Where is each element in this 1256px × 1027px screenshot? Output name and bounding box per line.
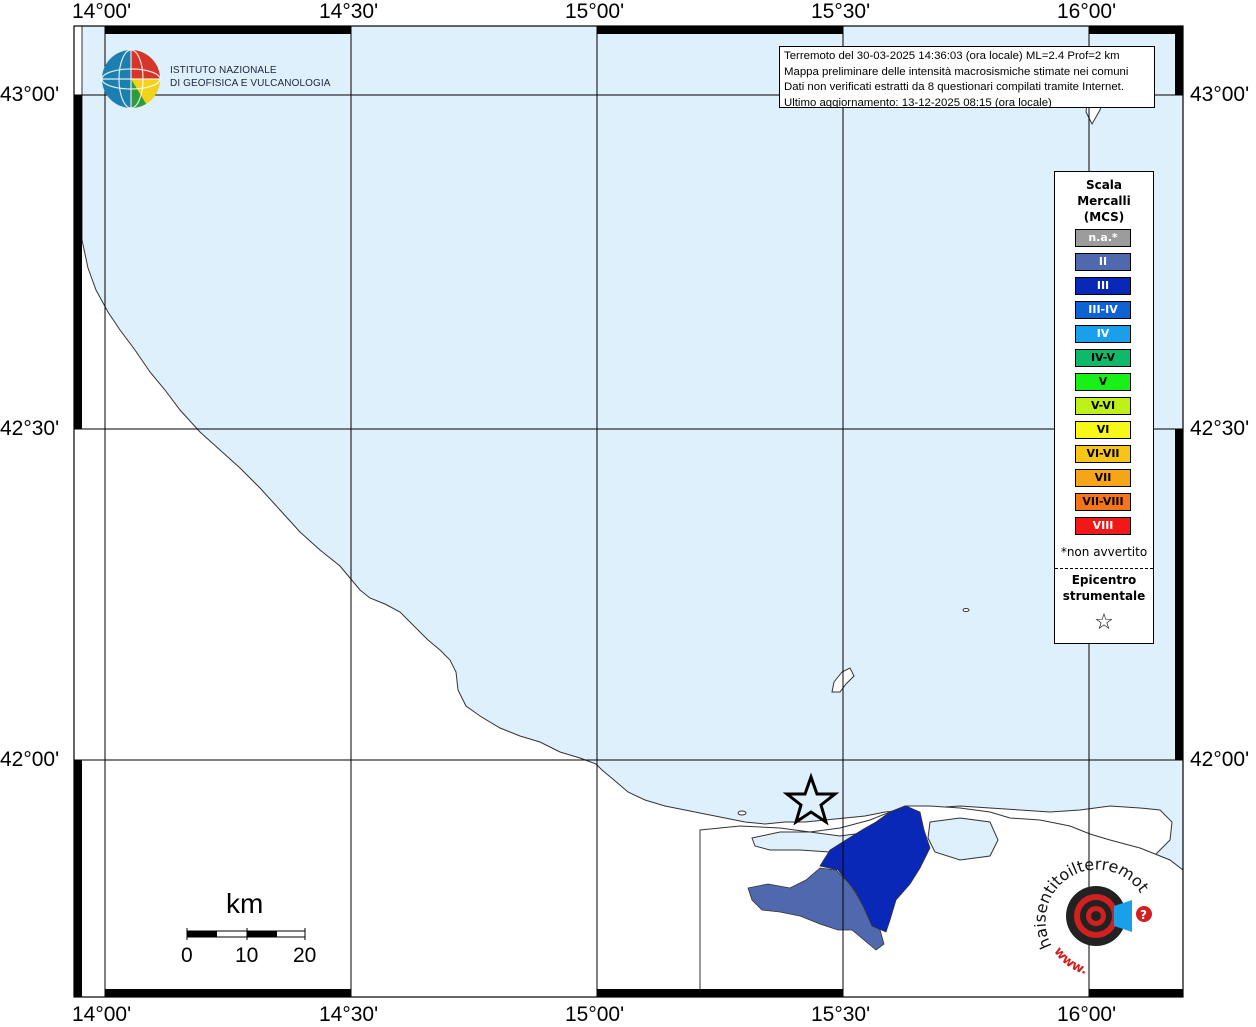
lon-label-top-1600: 16°00' <box>1057 0 1117 23</box>
lat-label-right-4200: 42°00' <box>1190 748 1250 771</box>
lon-label-top-1530: 15°30' <box>811 0 871 23</box>
event-info-line-2: Mappa preliminare delle intensità macros… <box>784 65 1129 78</box>
legend-note: *non avvertito <box>1060 545 1148 559</box>
scalebar-unit: km <box>226 888 264 919</box>
legend-item-iii: III <box>1075 277 1131 295</box>
legend-items: n.a.* II III III-IV IV IV-V V V-VI VI VI-VII VII VI… <box>1075 229 1131 541</box>
star-outline-icon: ☆ <box>1094 610 1114 635</box>
event-info-box: Terremoto del 30-03-2025 14:36:03 (ora l… <box>779 46 1155 108</box>
lon-label-bottom-1400: 14°00' <box>72 1003 132 1026</box>
haisentito-logo-icon: ? haisentitoilterremoto.it www. <box>1034 856 1153 978</box>
island-small <box>737 810 747 816</box>
island-pianosa <box>962 608 970 612</box>
ingv-line-1: ISTITUTO NAZIONALE <box>170 65 277 76</box>
event-info-line-4: Ultimo aggiornamento: 13-12-2025 08:15 (… <box>784 96 1052 108</box>
lon-label-bottom-1600: 16°00' <box>1057 1003 1117 1026</box>
lon-label-top-1400: 14°00' <box>72 0 132 23</box>
ingv-logo-text: ISTITUTO NAZIONALE DI GEOFISICA E VULCAN… <box>170 64 331 90</box>
lat-label-right-4230: 42°30' <box>1190 417 1250 440</box>
legend-item-vii-viii: VII-VIII <box>1075 493 1131 511</box>
lon-label-top-1430: 14°30' <box>319 0 379 23</box>
event-info-line-1: Terremoto del 30-03-2025 14:36:03 (ora l… <box>784 50 1120 62</box>
scalebar-label-0: 0 <box>181 944 193 967</box>
lon-label-bottom-1530: 15°30' <box>811 1003 871 1026</box>
event-info-line-3: Dati non verificati estratti da 8 questi… <box>784 81 1124 93</box>
lon-label-top-1500: 15°00' <box>565 0 625 23</box>
lon-label-bottom-1430: 14°30' <box>319 1003 379 1026</box>
legend-item-iv-v: IV-V <box>1075 349 1131 367</box>
legend-separator <box>1055 568 1153 569</box>
legend-item-vi-vii: VI-VII <box>1075 445 1131 463</box>
legend-item-vii: VII <box>1075 469 1131 487</box>
legend-title: Scala Mercalli (MCS) <box>1055 177 1153 225</box>
lat-label-left-4230: 42°30' <box>0 417 60 440</box>
lon-label-bottom-1500: 15°00' <box>565 1003 625 1026</box>
legend-item-vi: VI <box>1075 421 1131 439</box>
legend-item-n-a: n.a.* <box>1075 229 1131 247</box>
legend-title-line-1: Scala <box>1085 178 1123 192</box>
scalebar-label-10: 10 <box>235 944 259 967</box>
legend-epicenter-label: Epicentro strumentale <box>1055 572 1153 604</box>
legend-item-iii-iv: III-IV <box>1075 301 1131 319</box>
legend-item-ii: II <box>1075 253 1131 271</box>
scalebar-label-20: 20 <box>293 944 317 967</box>
lat-label-left-4300: 43°00' <box>0 83 60 106</box>
ingv-logo-icon <box>101 49 161 109</box>
legend-item-viii: VIII <box>1075 517 1131 535</box>
legend-title-line-3: (MCS) <box>1083 210 1125 224</box>
legend-epicenter-line-2: strumentale <box>1062 589 1146 603</box>
legend-item-v-vi: V-VI <box>1075 397 1131 415</box>
mcs-legend: Scala Mercalli (MCS) n.a.* II III III-IV IV I… <box>1054 171 1154 644</box>
svg-text:www.: www. <box>1051 944 1089 978</box>
lat-label-left-4200: 42°00' <box>0 748 60 771</box>
legend-title-line-2: Mercalli <box>1077 194 1131 208</box>
lat-label-right-4300: 43°00' <box>1190 83 1250 106</box>
legend-item-iv: IV <box>1075 325 1131 343</box>
svg-text:?: ? <box>1140 908 1147 922</box>
haisentito-prefix: www. <box>1051 944 1089 978</box>
legend-item-v: V <box>1075 373 1131 391</box>
ingv-line-2: DI GEOFISICA E VULCANOLOGIA <box>170 78 331 89</box>
legend-epicenter-line-1: Epicentro <box>1071 573 1137 587</box>
